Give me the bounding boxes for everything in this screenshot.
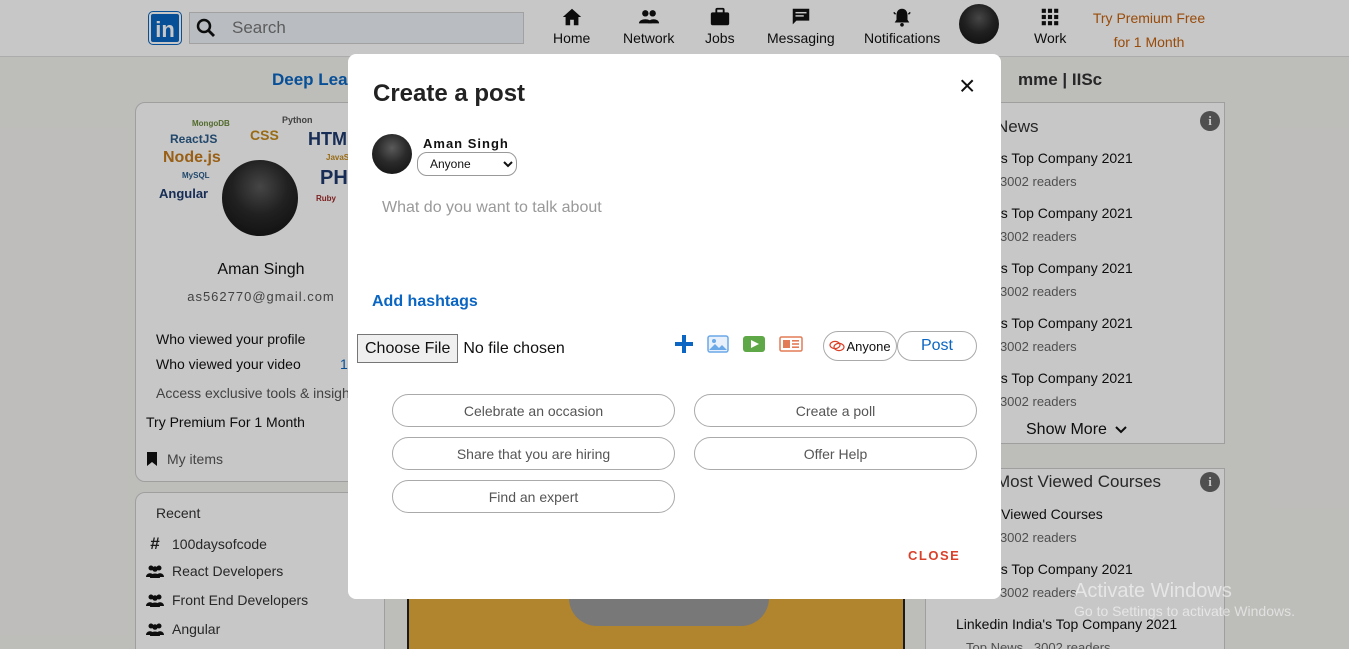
close-icon[interactable]: × xyxy=(959,72,975,100)
add-tool[interactable] xyxy=(672,334,696,354)
plus-icon xyxy=(675,335,693,353)
photo-tool[interactable] xyxy=(706,334,730,354)
close-button[interactable]: CLOSE xyxy=(908,548,960,563)
article-tool[interactable] xyxy=(779,334,803,354)
file-input[interactable]: Choose File No file chosen xyxy=(357,334,565,363)
video-icon xyxy=(743,336,765,352)
celebrate-occasion-button[interactable]: Celebrate an occasion xyxy=(392,394,675,427)
find-expert-button[interactable]: Find an expert xyxy=(392,480,675,513)
author-name: Aman Singh xyxy=(423,136,509,151)
offer-help-button[interactable]: Offer Help xyxy=(694,437,977,470)
audience-button[interactable]: Anyone xyxy=(823,331,897,361)
create-poll-button[interactable]: Create a poll xyxy=(694,394,977,427)
comment-icon xyxy=(829,340,846,352)
file-status: No file chosen xyxy=(463,339,565,357)
choose-file-button[interactable]: Choose File xyxy=(357,334,459,363)
author-avatar xyxy=(372,134,412,174)
modal-title: Create a post xyxy=(373,80,526,107)
windows-watermark-subtitle: Go to Settings to activate Windows. xyxy=(1074,603,1295,619)
post-textarea[interactable] xyxy=(373,194,973,284)
article-icon xyxy=(779,336,803,352)
share-hiring-button[interactable]: Share that you are hiring xyxy=(392,437,675,470)
post-button[interactable]: Post xyxy=(897,331,977,361)
create-post-modal: Create a post × Aman Singh Anyone Add ha… xyxy=(348,54,1001,599)
image-icon xyxy=(707,335,729,353)
audience-button-label: Anyone xyxy=(846,338,891,354)
video-tool[interactable] xyxy=(742,334,766,354)
audience-select[interactable]: Anyone xyxy=(417,152,517,176)
add-hashtags-link[interactable]: Add hashtags xyxy=(372,293,478,311)
windows-watermark-title: Activate Windows xyxy=(1074,580,1232,602)
